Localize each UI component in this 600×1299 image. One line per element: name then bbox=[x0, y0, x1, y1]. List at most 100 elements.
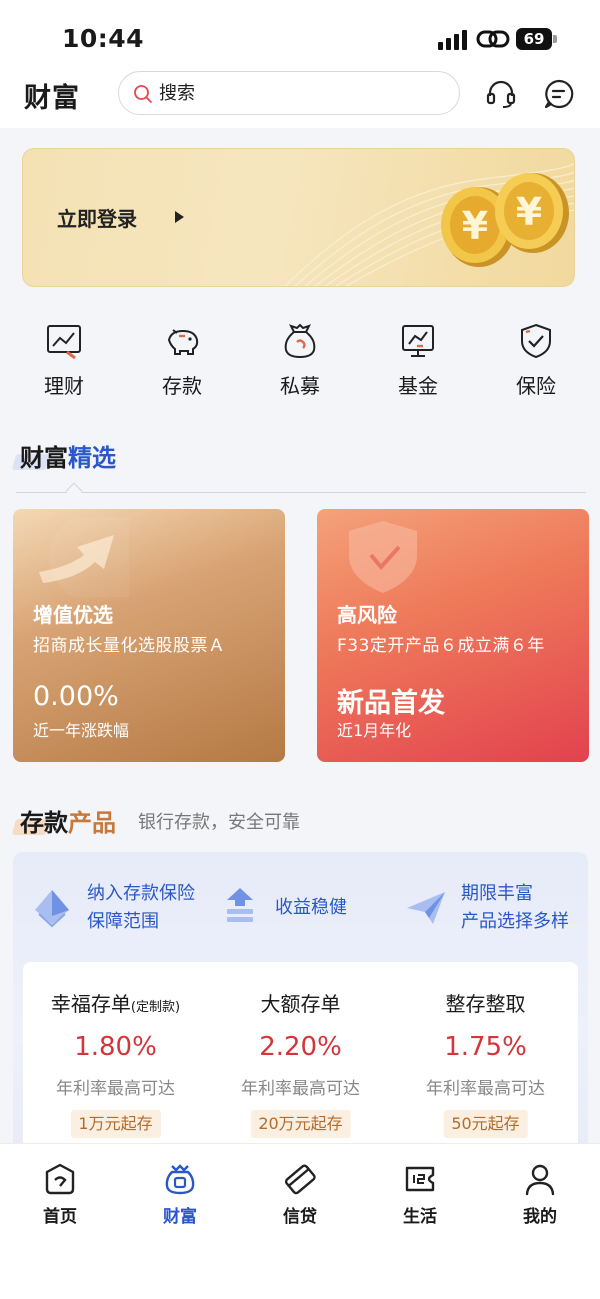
product-value: 新品首发 bbox=[337, 688, 445, 719]
card-icon bbox=[284, 1164, 316, 1195]
battery-level: 69 bbox=[516, 28, 552, 50]
shield-deco-icon bbox=[349, 521, 417, 593]
category-baoxian[interactable]: 保险 bbox=[486, 322, 586, 402]
rate-value: 1.75% bbox=[444, 1032, 527, 1062]
rate-min-badge: 50元起存 bbox=[443, 1110, 528, 1138]
category-label: 存款 bbox=[162, 374, 202, 398]
product-tag: 增值优选 bbox=[33, 603, 113, 627]
layers-icon bbox=[35, 890, 69, 928]
rate-name: 大额存单 bbox=[260, 992, 341, 1016]
money-bag-icon bbox=[284, 323, 316, 359]
battery-icon: 69 bbox=[516, 28, 558, 50]
section-title: 存款产品 bbox=[20, 803, 116, 838]
shield-check-icon bbox=[521, 323, 551, 359]
wealth-section-header: 财富精选 bbox=[11, 438, 116, 473]
search-input[interactable] bbox=[159, 78, 439, 108]
user-icon bbox=[525, 1164, 555, 1196]
product-note: 近1月年化 bbox=[337, 721, 412, 740]
section-divider bbox=[16, 492, 586, 493]
play-arrow-icon bbox=[175, 211, 184, 223]
feature-text: 期限丰富 产品选择多样 bbox=[461, 883, 569, 932]
tab-life[interactable]: 生活 bbox=[360, 1162, 480, 1232]
rate-item-xingfu[interactable]: 幸福存单(定制款) 1.80% 年利率最高可达 1万元起存 bbox=[23, 962, 208, 1152]
category-label: 保险 bbox=[516, 374, 556, 398]
piggy-bank-icon bbox=[167, 329, 199, 355]
gold-coins-icon: ¥ ¥ bbox=[441, 173, 569, 267]
category-jijin[interactable]: 基金 bbox=[368, 322, 468, 402]
section-title-b: 产品 bbox=[68, 809, 116, 837]
product-tag: 高风险 bbox=[337, 603, 397, 627]
tab-mine[interactable]: 我的 bbox=[480, 1162, 600, 1232]
feature-text: 收益稳健 bbox=[275, 897, 347, 918]
product-name: F33定开产品６成立满６年 bbox=[337, 636, 545, 656]
message-icon[interactable] bbox=[543, 78, 575, 110]
feature-insurance: 纳入存款保险 保障范围 bbox=[29, 878, 229, 938]
ticket-icon bbox=[405, 1166, 435, 1192]
rate-value: 1.80% bbox=[74, 1032, 157, 1062]
rate-min-badge: 1万元起存 bbox=[70, 1110, 161, 1138]
product-value: 0.00% bbox=[33, 681, 119, 712]
product-card-gaofengxian[interactable]: 高风险 F33定开产品６成立满６年 新品首发 近1月年化 bbox=[317, 509, 589, 762]
home-icon bbox=[45, 1163, 75, 1195]
rate-item-zhengcun[interactable]: 整存整取 1.75% 年利率最高可达 50元起存 bbox=[393, 962, 578, 1152]
page-title: 财富 bbox=[24, 83, 80, 114]
section-title-a: 财富 bbox=[20, 444, 68, 472]
rate-name: 整存整取 bbox=[445, 992, 526, 1016]
rate-desc: 年利率最高可达 bbox=[56, 1079, 175, 1099]
svg-text:¥: ¥ bbox=[516, 190, 542, 234]
product-name: 招商成长量化选股股票Ａ bbox=[33, 636, 226, 656]
wealth-bag-icon bbox=[165, 1164, 195, 1195]
login-text[interactable]: 立即登录 bbox=[57, 203, 137, 232]
fund-chart-icon bbox=[402, 325, 434, 357]
feature-terms: 期限丰富 产品选择多样 bbox=[403, 878, 583, 938]
feature-stable: 收益稳健 bbox=[217, 878, 367, 938]
section-title-b: 精选 bbox=[68, 444, 116, 472]
search-icon bbox=[134, 85, 152, 103]
section-subtitle: 银行存款，安全可靠 bbox=[138, 812, 300, 833]
category-row: 理财 存款 私募 基金 保险 bbox=[0, 322, 600, 402]
category-label: 理财 bbox=[44, 374, 84, 398]
status-time: 10:44 bbox=[62, 24, 145, 53]
rate-desc: 年利率最高可达 bbox=[241, 1079, 360, 1099]
chart-screen-icon bbox=[47, 325, 81, 360]
svg-text:¥: ¥ bbox=[462, 204, 488, 248]
stable-arrow-icon bbox=[227, 888, 253, 922]
section-title: 财富精选 bbox=[20, 438, 116, 473]
category-label: 私募 bbox=[280, 374, 320, 398]
rates-card: 幸福存单(定制款) 1.80% 年利率最高可达 1万元起存 大额存单 2.20%… bbox=[23, 962, 578, 1152]
bottom-tab-bar: 首页 财富 信贷 生活 我的 bbox=[0, 1143, 600, 1299]
paper-plane-icon bbox=[407, 892, 445, 924]
divider-notch bbox=[65, 482, 83, 500]
rate-item-dae[interactable]: 大额存单 2.20% 年利率最高可达 20万元起存 bbox=[208, 962, 393, 1152]
deposit-panel: 纳入存款保险 保障范围 收益稳健 期限丰富 产品选择多样 幸福存单(定制款) 1… bbox=[13, 852, 588, 1152]
rate-desc: 年利率最高可达 bbox=[426, 1079, 545, 1099]
tab-wealth[interactable]: 财富 bbox=[120, 1162, 240, 1232]
status-bar: 10:44 69 bbox=[0, 0, 600, 70]
tab-credit[interactable]: 信贷 bbox=[240, 1162, 360, 1232]
headset-icon[interactable] bbox=[485, 78, 517, 110]
category-label: 基金 bbox=[398, 374, 438, 398]
login-banner[interactable]: 立即登录 ¥ ¥ bbox=[22, 148, 575, 287]
feature-text: 纳入存款保险 保障范围 bbox=[87, 883, 195, 932]
deposit-section-header: 存款产品 银行存款，安全可靠 bbox=[11, 803, 300, 838]
trend-arrow-icon bbox=[39, 517, 129, 597]
signal-icon bbox=[438, 30, 470, 50]
category-licai[interactable]: 理财 bbox=[14, 322, 114, 402]
category-simu[interactable]: 私募 bbox=[250, 322, 350, 402]
tab-label: 财富 bbox=[163, 1207, 197, 1227]
tab-label: 信贷 bbox=[283, 1207, 317, 1227]
tab-home[interactable]: 首页 bbox=[0, 1162, 120, 1232]
product-note: 近一年涨跌幅 bbox=[33, 721, 130, 740]
tab-label: 我的 bbox=[523, 1207, 557, 1227]
product-card-zengzhi[interactable]: 增值优选 招商成长量化选股股票Ａ 0.00% 近一年涨跌幅 bbox=[13, 509, 285, 762]
rate-min-badge: 20万元起存 bbox=[250, 1110, 351, 1138]
tab-label: 首页 bbox=[43, 1207, 77, 1227]
rate-name: 幸福存单(定制款) bbox=[50, 992, 181, 1016]
link-icon bbox=[476, 30, 510, 48]
rate-value: 2.20% bbox=[259, 1032, 342, 1062]
search-box[interactable] bbox=[118, 71, 460, 115]
header: 财富 bbox=[0, 70, 600, 128]
category-cunkuan[interactable]: 存款 bbox=[132, 322, 232, 402]
tab-label: 生活 bbox=[403, 1207, 437, 1227]
section-title-a: 存款 bbox=[20, 809, 68, 837]
